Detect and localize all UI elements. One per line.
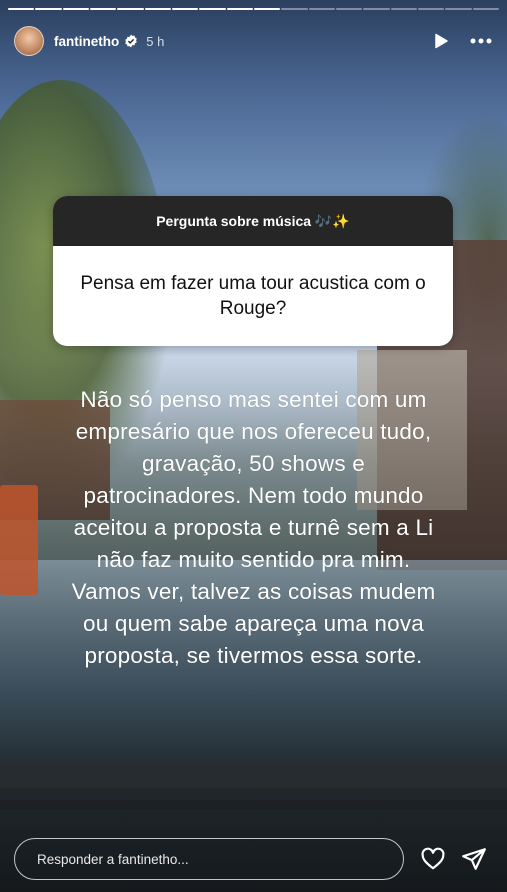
progress-segment (308, 8, 335, 10)
progress-segment (363, 8, 390, 10)
progress-segment (62, 8, 89, 10)
verified-badge-icon (124, 34, 138, 48)
progress-segment (89, 8, 117, 10)
username[interactable]: fantinetho (54, 34, 119, 49)
avatar[interactable] (14, 26, 44, 56)
question-sticker[interactable]: Pergunta sobre música 🎶✨ Pensa em fazer … (53, 196, 453, 346)
progress-segment (35, 8, 62, 10)
progress-segment (144, 8, 171, 10)
story-header: fantinetho 5 h (14, 24, 493, 58)
progress-segment (472, 8, 499, 10)
reply-field[interactable] (14, 838, 404, 880)
question-sticker-title: Pergunta sobre música 🎶✨ (53, 196, 453, 246)
progress-segment (199, 8, 226, 10)
progress-segment (390, 8, 417, 10)
more-horizontal-icon[interactable] (469, 31, 493, 51)
post-time: 5 h (146, 33, 165, 49)
background-excavator (0, 485, 38, 595)
story-viewer: fantinetho 5 h Pergunta sobre música 🎶✨ … (0, 0, 507, 892)
progress-segment (281, 8, 308, 10)
progress-segment (8, 8, 35, 10)
progress-segment (253, 8, 281, 10)
send-icon[interactable] (460, 846, 488, 872)
progress-segment (335, 8, 363, 10)
heart-icon[interactable] (420, 846, 446, 872)
background-bridge-rail (0, 760, 507, 788)
progress-segment (117, 8, 144, 10)
question-text: Pensa em fazer uma tour acustica com o R… (80, 273, 426, 319)
progress-segment (445, 8, 472, 10)
progress-segment (226, 8, 253, 10)
story-progress-bar (8, 8, 499, 10)
background-bridge-rail-lower (0, 800, 507, 810)
progress-segment (171, 8, 199, 10)
answer-text: Não só penso mas sentei com um empresári… (71, 387, 436, 668)
play-icon[interactable] (431, 31, 451, 51)
reply-input[interactable] (35, 850, 403, 868)
progress-segment (417, 8, 445, 10)
